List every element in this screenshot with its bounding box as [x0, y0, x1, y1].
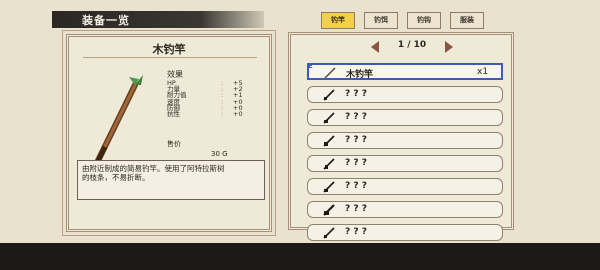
list-item[interactable]: ? ? ?	[307, 201, 503, 218]
next-page-arrow-icon[interactable]	[445, 41, 453, 53]
fishing-rod-silhouette-icon	[323, 227, 335, 239]
item-quantity: x1	[477, 67, 489, 77]
category-tabs: 钓竿 钓饵 钓钩 服装	[321, 12, 491, 30]
divider	[83, 57, 257, 58]
equipped-badge: E	[308, 62, 313, 70]
list-item[interactable]: ? ? ?	[307, 224, 503, 241]
page-indicator: 1 / 10	[397, 40, 427, 50]
item-label: ? ? ?	[345, 135, 367, 145]
price-value: 30 G	[211, 150, 228, 158]
item-label: ? ? ?	[345, 181, 367, 191]
item-description: 由附近制成的简易钓竿。使用了阿特拉斯树的枝条，不易折断。	[82, 164, 225, 182]
fishing-rod-silhouette-icon	[323, 112, 335, 124]
item-label: ? ? ?	[345, 158, 367, 168]
item-detail-panel: 木钓竿 效果 HP: +5 力量: +2 耐力值: +1 速度: +0 防御: +0 抗性…	[62, 30, 276, 236]
page-title: 装备一览	[82, 14, 130, 27]
price-label: 售价	[167, 140, 181, 148]
fishing-rod-silhouette-icon	[323, 158, 335, 170]
tab-bait[interactable]: 钓饵	[364, 12, 398, 29]
fishing-rod-silhouette-icon	[323, 135, 335, 147]
item-label: ? ? ?	[345, 112, 367, 122]
title-bar: 装备一览	[52, 11, 264, 28]
stat-row: 抗性: +0	[167, 109, 243, 118]
fishing-rod-silhouette-icon	[323, 204, 335, 216]
fishing-rod-icon	[324, 67, 336, 79]
pagination: 1 / 10	[291, 37, 511, 53]
list-item[interactable]: ? ? ?	[307, 132, 503, 149]
fishing-rod-silhouette-icon	[323, 89, 335, 101]
list-item[interactable]: ? ? ?	[307, 155, 503, 172]
item-label: 木钓竿	[346, 70, 374, 80]
tab-clothing[interactable]: 服装	[450, 12, 484, 29]
bottom-bar	[0, 243, 600, 270]
list-item[interactable]: E 木钓竿 x1	[307, 62, 503, 80]
list-item[interactable]: ? ? ?	[307, 178, 503, 195]
description-box: 由附近制成的简易钓竿。使用了阿特拉斯树的枝条，不易折断。	[77, 160, 265, 200]
list-item[interactable]: ? ? ?	[307, 86, 503, 103]
item-name: 木钓竿	[152, 43, 186, 56]
list-item[interactable]: ? ? ?	[307, 109, 503, 126]
item-label: ? ? ?	[345, 227, 367, 237]
tab-rod[interactable]: 钓竿	[321, 12, 355, 29]
tab-hook[interactable]: 钓钩	[407, 12, 441, 29]
item-label: ? ? ?	[345, 89, 367, 99]
prev-page-arrow-icon[interactable]	[371, 41, 379, 53]
item-label: ? ? ?	[345, 204, 367, 214]
item-list-panel: 1 / 10 E 木钓竿 x1 ? ? ? ? ? ? ? ? ? ? ? ? …	[288, 32, 514, 241]
stats-list: HP: +5 力量: +2 耐力值: +1 速度: +0 防御: +0 抗性: +0	[167, 80, 267, 117]
screen-background: 装备一览 木钓竿 效果 HP: +5 力量: +2 耐力值: +1 速度: +0 防御:…	[0, 0, 600, 270]
fishing-rod-silhouette-icon	[323, 181, 335, 193]
